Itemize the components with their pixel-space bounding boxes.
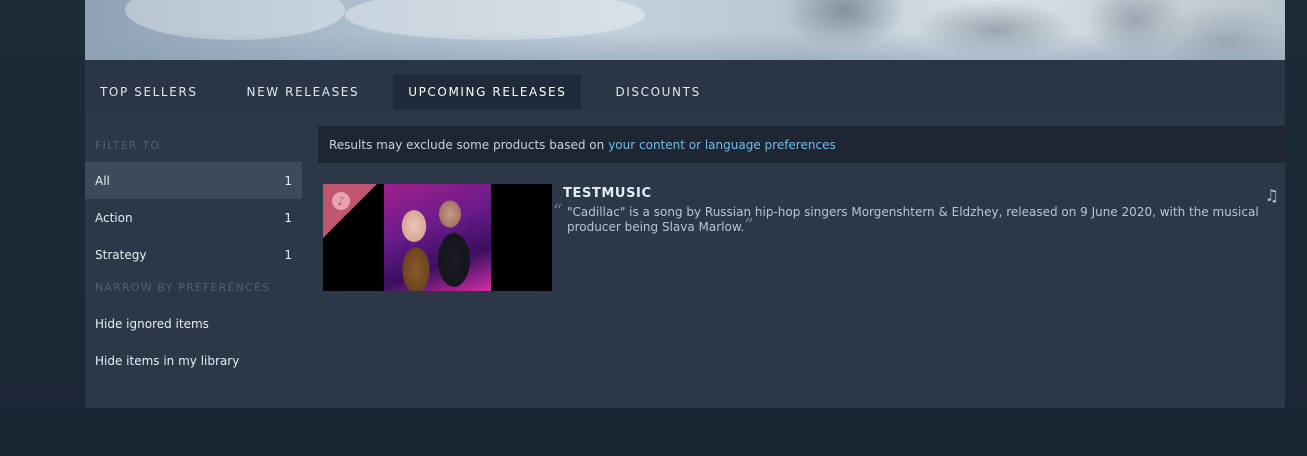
- result-row[interactable]: ♪ TESTMUSIC “"Cadillac" is a song by Rus…: [323, 184, 1283, 291]
- tab-discounts[interactable]: DISCOUNTS: [600, 74, 715, 110]
- filter-all[interactable]: All 1: [85, 162, 302, 199]
- filter-label: Strategy: [95, 247, 147, 262]
- music-note-icon: ♫: [1264, 186, 1279, 205]
- filter-label: Action: [95, 210, 133, 225]
- hide-library-items[interactable]: Hide items in my library: [85, 342, 302, 379]
- content-preferences-link[interactable]: your content or language preferences: [608, 138, 836, 152]
- filter-count: 1: [284, 247, 292, 262]
- filter-count: 1: [284, 173, 292, 188]
- hide-ignored-items[interactable]: Hide ignored items: [85, 305, 302, 342]
- filter-count: 1: [284, 210, 292, 225]
- preference-label: Hide items in my library: [95, 353, 240, 368]
- results-content: Results may exclude some products based …: [318, 126, 1285, 291]
- music-ribbon: [323, 184, 377, 238]
- content-notice: Results may exclude some products based …: [318, 126, 1285, 163]
- filter-sidebar: FILTER TO All 1 Action 1 Strategy 1 NARR…: [85, 110, 302, 379]
- tab-top-sellers[interactable]: TOP SELLERS: [85, 74, 213, 110]
- results-panel: FILTER TO All 1 Action 1 Strategy 1 NARR…: [85, 110, 1285, 408]
- result-info: TESTMUSIC “"Cadillac" is a song by Russi…: [553, 186, 1278, 236]
- open-quote-icon: “: [553, 201, 563, 222]
- close-quote-icon: ”: [744, 215, 754, 236]
- preference-label: Hide ignored items: [95, 316, 209, 331]
- filter-heading: FILTER TO: [95, 139, 161, 152]
- filter-label: All: [95, 173, 110, 188]
- description-text: "Cadillac" is a song by Russian hip-hop …: [567, 205, 1259, 234]
- result-description: “"Cadillac" is a song by Russian hip-hop…: [553, 203, 1278, 236]
- store-tabs: TOP SELLERS NEW RELEASES UPCOMING RELEAS…: [85, 60, 1285, 110]
- music-note-icon: ♪: [332, 192, 350, 210]
- narrow-heading: NARROW BY PREFERENCES: [95, 281, 271, 294]
- result-title[interactable]: TESTMUSIC: [563, 186, 1278, 201]
- tab-new-releases[interactable]: NEW RELEASES: [232, 74, 375, 110]
- result-capsule-image[interactable]: ♪: [323, 184, 552, 291]
- filter-action[interactable]: Action 1: [85, 199, 302, 236]
- notice-text: Results may exclude some products based …: [329, 137, 605, 152]
- filter-strategy[interactable]: Strategy 1: [85, 236, 302, 273]
- header-banner: [85, 0, 1285, 60]
- artist-photo: [384, 184, 491, 291]
- tab-upcoming-releases[interactable]: UPCOMING RELEASES: [393, 74, 582, 110]
